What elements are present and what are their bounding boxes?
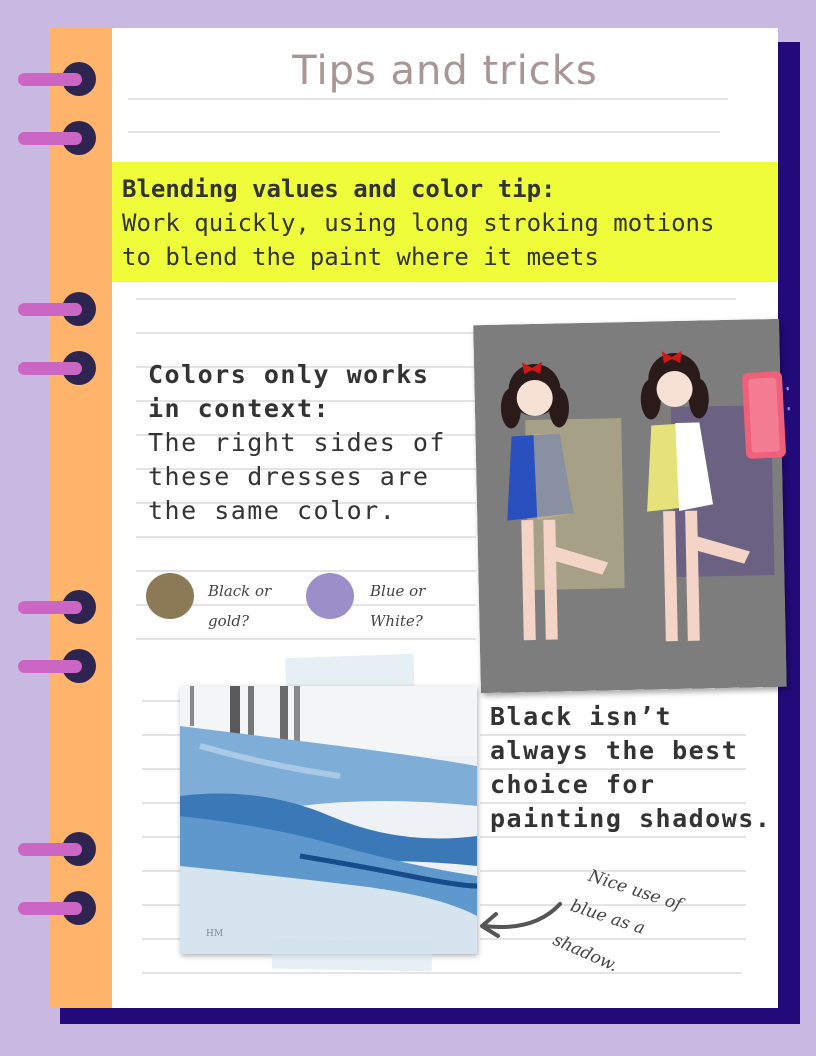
ruled-line	[136, 570, 476, 572]
context-body: these dresses are	[148, 462, 430, 491]
binder-ring	[18, 891, 96, 925]
binder-ring	[18, 351, 96, 385]
ruled-line	[142, 870, 182, 872]
ruled-line	[142, 802, 182, 804]
ruled-line	[142, 734, 182, 736]
ruled-line	[136, 638, 476, 640]
ruled-line	[480, 836, 746, 838]
context-heading: Colors only works	[148, 360, 430, 389]
ruled-line	[128, 131, 720, 133]
swatch-label: Black or gold?	[208, 582, 272, 630]
swatch-label: Blue or White?	[370, 582, 426, 630]
snow-painting-image: HM	[180, 686, 478, 954]
ruled-line	[136, 298, 736, 300]
context-body: The right sides of	[148, 428, 446, 457]
ruled-line	[142, 938, 182, 940]
context-heading: in context:	[148, 394, 331, 423]
context-note: Colors only works in context: The right …	[148, 358, 448, 528]
ruled-line	[142, 904, 182, 906]
tip-line: Work quickly, using long stroking motion…	[122, 209, 715, 237]
ruled-line	[136, 536, 476, 538]
painting-signature: HM	[206, 929, 223, 939]
tip-line: to blend the paint where it meets	[122, 243, 599, 271]
binder-ring	[18, 292, 96, 326]
handwritten-annotation: Nice use of blue as a shadow.	[540, 860, 760, 1000]
ruled-line	[136, 332, 476, 334]
page-title: Tips and tricks	[292, 48, 598, 94]
annotation-line: blue as a	[567, 896, 648, 939]
ruled-line	[142, 768, 182, 770]
ruled-line	[142, 836, 182, 838]
annotation-line: shadow.	[549, 930, 621, 977]
gold-swatch	[146, 573, 194, 619]
binder-ring	[18, 62, 96, 96]
context-body: the same color.	[148, 496, 397, 525]
ruled-line	[142, 700, 182, 702]
blending-tip: Blending values and color tip: Work quic…	[122, 172, 762, 274]
binder-ring	[18, 649, 96, 683]
binder-ring	[18, 121, 96, 155]
tape-strip	[271, 938, 433, 972]
tip-heading: Blending values and color tip:	[122, 175, 556, 203]
shadow-note: Black isn’t always the best choice for p…	[490, 702, 772, 833]
binder-ring	[18, 832, 96, 866]
ruled-line	[128, 98, 728, 100]
blue-swatch	[306, 573, 354, 619]
binder-clip-icon	[742, 371, 793, 459]
binder-ring	[18, 590, 96, 624]
